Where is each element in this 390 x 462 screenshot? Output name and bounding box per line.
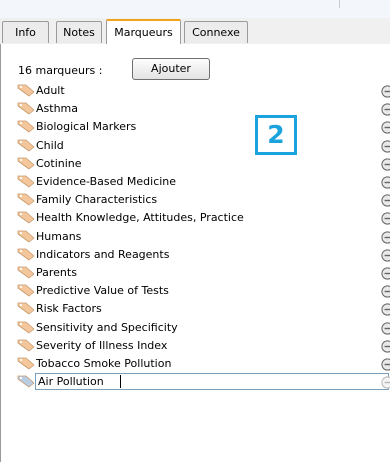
tag-row[interactable]: Adult [1,82,390,99]
remove-tag-icon[interactable] [381,212,390,225]
tag-icon [17,175,35,188]
tag-icon [17,139,35,152]
tag-label[interactable]: Tobacco Smoke Pollution [36,355,171,372]
tag-icon [17,157,35,170]
tag-label[interactable]: Predictive Value of Tests [36,282,169,299]
remove-tag-icon[interactable] [381,176,390,189]
text-caret [120,375,121,388]
tab-info[interactable]: Info [2,21,49,43]
tag-icon [17,266,35,279]
tag-row[interactable]: Predictive Value of Tests [1,282,390,299]
remove-tag-icon[interactable] [381,103,390,116]
tag-row[interactable]: Indicators and Reagents [1,246,390,263]
remove-tag-icon[interactable] [381,121,390,134]
tag-label[interactable]: Biological Markers [36,118,136,135]
tag-icon [17,357,35,370]
tab-connexe[interactable]: Connexe [184,21,248,43]
tab-notes[interactable]: Notes [56,21,102,43]
tag-icon [17,248,35,261]
tag-icon [17,84,35,97]
remove-tag-icon[interactable] [381,358,390,371]
tag-row[interactable]: Tobacco Smoke Pollution [1,355,390,372]
tag-label[interactable]: Child [36,137,64,154]
tag-row[interactable]: Asthma [1,100,390,117]
tag-icon [17,211,35,224]
tag-icon [17,339,35,352]
tag-row[interactable]: Humans [1,228,390,245]
tag-label[interactable]: Cotinine [36,155,82,172]
tag-icon [17,230,35,243]
remove-tag-icon[interactable] [381,140,390,153]
remove-tag-icon[interactable] [381,231,390,244]
remove-tag-icon[interactable] [381,85,390,98]
tag-count-label: 16 marqueurs : [18,64,103,77]
tag-icon [17,120,35,133]
annotation-badge: 2 [255,115,297,155]
tag-label[interactable]: Asthma [36,100,78,117]
remove-tag-icon[interactable] [381,267,390,280]
window-top-strip [0,0,390,19]
tag-label[interactable]: Adult [36,82,65,99]
tag-row[interactable]: Sensitivity and Specificity [1,319,390,336]
tag-row[interactable]: Severity of Illness Index [1,337,390,354]
tag-label[interactable]: Health Knowledge, Attitudes, Practice [36,209,244,226]
remove-tag-icon[interactable] [381,249,390,262]
tag-icon [17,321,35,334]
tag-label[interactable]: Indicators and Reagents [36,246,169,263]
tag-icon [17,302,35,315]
tag-icon [17,102,35,115]
remove-tag-icon[interactable] [381,158,390,171]
tag-row[interactable]: Evidence-Based Medicine [1,173,390,190]
remove-tag-icon[interactable] [381,303,390,316]
tab-marqueurs[interactable]: Marqueurs [106,19,181,44]
add-tag-button[interactable]: Ajouter [132,58,210,80]
new-tag-row[interactable] [1,373,390,390]
tag-icon [17,375,35,388]
tag-row[interactable]: Cotinine [1,155,390,172]
item-pane-tabbar: Info Notes Marqueurs Connexe [0,18,390,45]
remove-tag-icon[interactable] [381,194,390,207]
tag-row[interactable]: Child [1,137,390,154]
tag-label[interactable]: Risk Factors [36,300,102,317]
tag-row[interactable]: Parents [1,264,390,281]
tag-row[interactable]: Health Knowledge, Attitudes, Practice [1,209,390,226]
remove-tag-icon[interactable] [381,376,390,389]
remove-tag-icon[interactable] [381,285,390,298]
remove-tag-icon[interactable] [381,322,390,335]
tag-row[interactable]: Family Characteristics [1,191,390,208]
new-tag-input[interactable] [35,373,389,390]
remove-tag-icon[interactable] [381,340,390,353]
tag-label[interactable]: Family Characteristics [36,191,157,208]
tag-row[interactable]: Biological Markers [1,118,390,135]
toolbar-separator [339,0,340,8]
tag-label[interactable]: Severity of Illness Index [36,337,167,354]
tag-label[interactable]: Evidence-Based Medicine [36,173,176,190]
tag-label[interactable]: Sensitivity and Specificity [36,319,178,336]
tag-row[interactable]: Risk Factors [1,300,390,317]
tag-icon [17,193,35,206]
tag-label[interactable]: Humans [36,228,81,245]
tags-panel: 16 marqueurs : Ajouter Adult Asthma Biolog… [0,44,390,462]
tag-label[interactable]: Parents [36,264,77,281]
tag-icon [17,284,35,297]
